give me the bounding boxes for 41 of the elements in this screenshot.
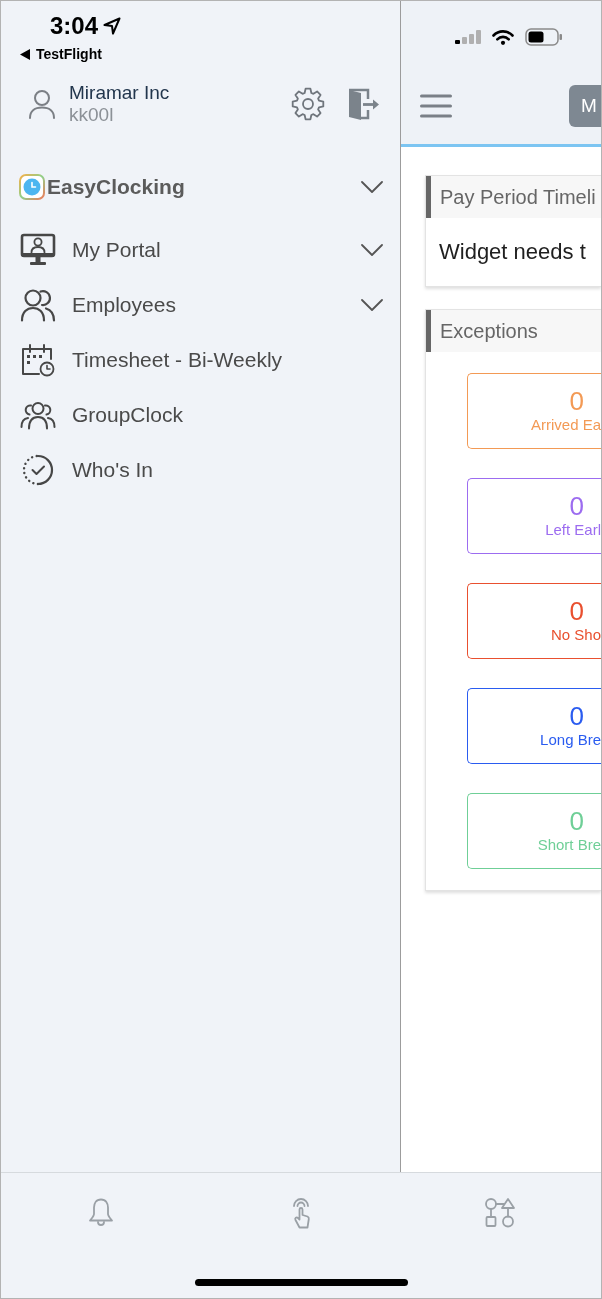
exception-count: 0 bbox=[569, 491, 584, 521]
username: kk00l bbox=[69, 104, 114, 126]
user-icon bbox=[28, 89, 56, 119]
exception-label: Arrived Ea bbox=[530, 416, 601, 434]
card-header: Pay Period Timeli bbox=[426, 176, 601, 218]
menu-item[interactable]: Who's In bbox=[1, 442, 400, 497]
back-link[interactable]: TestFlight bbox=[20, 46, 102, 62]
back-icon bbox=[20, 48, 30, 60]
bell-icon[interactable] bbox=[86, 1196, 116, 1228]
shapes-icon[interactable] bbox=[484, 1196, 518, 1228]
dashed-check-icon bbox=[21, 452, 55, 487]
exception-count: 0 bbox=[569, 806, 584, 836]
header-button[interactable]: M bbox=[569, 85, 601, 127]
group-icon bbox=[20, 399, 56, 430]
battery-icon bbox=[525, 28, 563, 46]
menu-item[interactable]: Employees bbox=[1, 277, 400, 332]
status-time: 3:04 bbox=[50, 13, 99, 39]
clock-logo-icon bbox=[19, 174, 45, 200]
calendar-clock-icon bbox=[20, 342, 56, 377]
menu-icon[interactable] bbox=[420, 93, 452, 119]
exception-label: Short Bre bbox=[537, 836, 601, 854]
wifi-icon bbox=[492, 29, 514, 45]
card-header: Exceptions bbox=[426, 310, 601, 352]
menu-item[interactable]: GroupClock bbox=[1, 387, 400, 442]
company-name: Miramar Inc bbox=[69, 82, 170, 104]
monitor-person-icon bbox=[20, 232, 56, 267]
widget-message: Widget needs t bbox=[438, 238, 587, 266]
exception-count: 0 bbox=[569, 386, 584, 416]
exception-label: Long Bre bbox=[540, 731, 601, 749]
menu-item[interactable]: Timesheet - Bi-Weekly bbox=[1, 332, 400, 387]
signal-icon bbox=[455, 30, 481, 44]
people-icon bbox=[20, 287, 56, 322]
exception-count: 0 bbox=[569, 701, 584, 731]
brand-selector[interactable]: EasyClocking bbox=[1, 170, 400, 204]
exception-count: 0 bbox=[569, 596, 584, 626]
exception-label: Left Earl bbox=[545, 521, 601, 539]
settings-icon[interactable] bbox=[291, 87, 325, 121]
location-arrow-icon bbox=[103, 17, 122, 35]
menu-item[interactable]: My Portal bbox=[1, 222, 400, 277]
exception-label: No Sho bbox=[550, 626, 601, 644]
door-arrow-icon[interactable] bbox=[346, 87, 380, 121]
